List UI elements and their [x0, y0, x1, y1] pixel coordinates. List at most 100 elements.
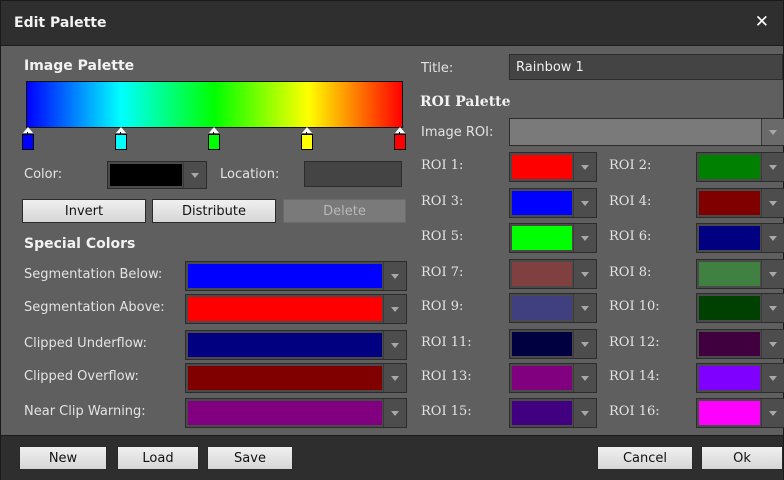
- palette-marker[interactable]: [208, 127, 220, 151]
- color-swatch: [699, 226, 760, 250]
- chevron-down-icon[interactable]: [761, 260, 784, 288]
- chevron-down-icon[interactable]: [761, 294, 784, 322]
- color-swatch: [512, 191, 572, 215]
- invert-button[interactable]: Invert: [22, 199, 146, 223]
- cancel-button[interactable]: Cancel: [597, 446, 693, 470]
- palette-marker[interactable]: [115, 127, 127, 151]
- special-colors-header: Special Colors: [24, 236, 136, 252]
- chevron-down-icon[interactable]: [761, 119, 784, 145]
- save-button[interactable]: Save: [207, 446, 293, 470]
- roi-label: ROI 14:: [609, 369, 660, 384]
- roi-label: ROI 1:: [421, 158, 464, 173]
- chevron-down-icon[interactable]: [761, 364, 784, 392]
- chevron-down-icon[interactable]: [383, 295, 406, 323]
- roi-color-dropdown[interactable]: [696, 259, 784, 289]
- location-label: Location:: [220, 167, 280, 182]
- chevron-down-icon[interactable]: [573, 294, 596, 322]
- marker-swatch: [301, 134, 313, 150]
- chevron-down-icon[interactable]: [383, 331, 406, 359]
- roi-color-dropdown[interactable]: [696, 188, 784, 218]
- special-color-dropdown[interactable]: [185, 294, 407, 324]
- chevron-down-icon[interactable]: [761, 224, 784, 252]
- palette-marker[interactable]: [301, 127, 313, 151]
- roi-label: ROI 15:: [421, 404, 472, 419]
- new-button[interactable]: New: [19, 446, 107, 470]
- roi-color-dropdown[interactable]: [696, 152, 784, 182]
- chevron-down-icon[interactable]: [761, 189, 784, 217]
- title-input[interactable]: Rainbow 1: [509, 54, 783, 80]
- delete-button[interactable]: Delete: [283, 199, 406, 223]
- marker-swatch: [208, 134, 220, 150]
- special-color-label: Segmentation Above:: [24, 300, 165, 315]
- chevron-down-icon[interactable]: [573, 260, 596, 288]
- color-swatch: [512, 296, 572, 320]
- chevron-down-icon[interactable]: [383, 364, 406, 392]
- roi-color-dropdown[interactable]: [509, 188, 597, 218]
- color-swatch: [699, 401, 760, 425]
- chevron-down-icon[interactable]: [761, 330, 784, 358]
- roi-label: ROI 3:: [421, 194, 464, 209]
- dialog-title: Edit Palette: [14, 15, 107, 31]
- special-color-dropdown[interactable]: [185, 330, 407, 360]
- chevron-down-icon[interactable]: [573, 189, 596, 217]
- image-roi-dropdown[interactable]: [509, 118, 784, 146]
- chevron-down-icon[interactable]: [573, 364, 596, 392]
- title-bar: Edit Palette ✕: [1, 1, 783, 46]
- chevron-down-icon[interactable]: [573, 330, 596, 358]
- chevron-down-icon[interactable]: [573, 399, 596, 427]
- chevron-down-icon[interactable]: [761, 399, 784, 427]
- color-swatch: [512, 366, 572, 390]
- roi-label: ROI 6:: [609, 229, 652, 244]
- chevron-down-icon[interactable]: [383, 399, 406, 427]
- chevron-down-icon[interactable]: [573, 153, 596, 181]
- ok-button[interactable]: Ok: [701, 446, 783, 470]
- color-swatch: [699, 191, 760, 215]
- palette-gradient-bar[interactable]: [26, 81, 403, 128]
- roi-color-dropdown[interactable]: [509, 329, 597, 359]
- special-color-label: Segmentation Below:: [24, 267, 163, 282]
- special-color-dropdown[interactable]: [185, 398, 407, 428]
- close-icon[interactable]: ✕: [755, 12, 769, 32]
- color-swatch: [512, 401, 572, 425]
- marker-swatch: [22, 134, 34, 150]
- chevron-down-icon[interactable]: [573, 224, 596, 252]
- marker-swatch: [115, 134, 127, 150]
- special-color-dropdown[interactable]: [185, 261, 407, 291]
- roi-color-dropdown[interactable]: [696, 329, 784, 359]
- location-input[interactable]: [304, 161, 402, 187]
- palette-marker[interactable]: [22, 127, 34, 151]
- chevron-down-icon[interactable]: [383, 262, 406, 290]
- color-dropdown[interactable]: [107, 161, 207, 189]
- color-swatch: [699, 332, 760, 356]
- footer-bar: New Load Save Cancel Ok: [1, 435, 783, 480]
- chevron-down-icon[interactable]: [761, 153, 784, 181]
- color-swatch: [699, 262, 760, 286]
- color-swatch: [188, 264, 382, 288]
- roi-color-dropdown[interactable]: [696, 293, 784, 323]
- roi-color-dropdown[interactable]: [696, 398, 784, 428]
- color-swatch: [188, 333, 382, 357]
- special-color-dropdown[interactable]: [185, 363, 407, 393]
- roi-color-dropdown[interactable]: [696, 223, 784, 253]
- roi-label: ROI 13:: [421, 369, 472, 384]
- image-roi-label: Image ROI:: [421, 125, 494, 140]
- roi-label: ROI 11:: [421, 335, 472, 350]
- roi-label: ROI 5:: [421, 229, 464, 244]
- color-label: Color:: [24, 167, 63, 182]
- color-swatch: [699, 296, 760, 320]
- roi-color-dropdown[interactable]: [509, 152, 597, 182]
- roi-color-dropdown[interactable]: [509, 398, 597, 428]
- roi-color-dropdown[interactable]: [509, 293, 597, 323]
- chevron-down-icon[interactable]: [183, 162, 206, 188]
- palette-marker[interactable]: [394, 127, 406, 151]
- roi-color-dropdown[interactable]: [696, 363, 784, 393]
- roi-color-dropdown[interactable]: [509, 363, 597, 393]
- color-swatch: [188, 366, 382, 390]
- load-button[interactable]: Load: [117, 446, 199, 470]
- roi-color-dropdown[interactable]: [509, 223, 597, 253]
- roi-color-dropdown[interactable]: [509, 259, 597, 289]
- distribute-button[interactable]: Distribute: [152, 199, 276, 223]
- roi-label: ROI 2:: [609, 158, 652, 173]
- edit-palette-dialog: Edit Palette ✕ Image Palette Color: Loca…: [0, 0, 784, 480]
- roi-label: ROI 7:: [421, 265, 464, 280]
